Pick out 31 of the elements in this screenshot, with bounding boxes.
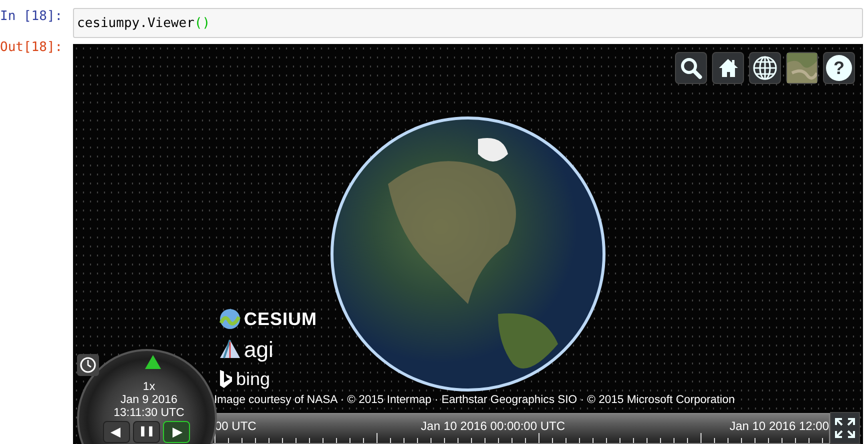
search-icon xyxy=(679,56,703,80)
imagery-picker-button[interactable] xyxy=(786,52,818,84)
cesium-logo-text: CESIUM xyxy=(244,308,318,330)
globe-icon xyxy=(752,55,778,81)
speed-label: 1x xyxy=(142,381,156,394)
timeline-label: Jan 10 2016 12:00 xyxy=(730,418,829,435)
code-input[interactable]: cesiumpy.Viewer() xyxy=(73,8,863,38)
globe-drawing[interactable] xyxy=(330,116,606,392)
bing-logo-text: bing xyxy=(236,368,270,391)
globe-button[interactable] xyxy=(749,52,781,84)
input-prompt: In [18]: xyxy=(0,8,64,26)
play-button[interactable]: ▶ xyxy=(163,421,190,443)
fullscreen-button[interactable] xyxy=(830,412,860,444)
time-label: 13:11:30 UTC xyxy=(112,407,186,420)
timeline-label: Jan 10 2016 00:00:00 UTC xyxy=(420,418,566,435)
reverse-button[interactable]: ◀ xyxy=(103,421,130,443)
needle-icon[interactable] xyxy=(145,355,161,369)
bing-logo-icon xyxy=(219,369,233,389)
map-thumbnail-icon xyxy=(787,53,817,83)
cesium-logo-icon xyxy=(219,308,241,330)
agi-logo-text: agi xyxy=(244,336,274,364)
clock-icon[interactable] xyxy=(77,354,99,376)
home-button[interactable] xyxy=(712,52,744,84)
fullscreen-icon xyxy=(834,416,856,439)
output-prompt: Out[18]: xyxy=(0,39,64,57)
search-button[interactable] xyxy=(675,52,707,84)
credits-text: Image courtesy of NASA · © 2015 Intermap · Earthstar Geographics SIO · © 2015 Microsoft Corporation xyxy=(214,393,735,408)
home-icon xyxy=(717,57,739,79)
agi-logo-icon xyxy=(219,339,241,359)
help-button[interactable]: ? xyxy=(823,52,855,84)
pause-button[interactable]: ❚❚ xyxy=(133,421,160,443)
